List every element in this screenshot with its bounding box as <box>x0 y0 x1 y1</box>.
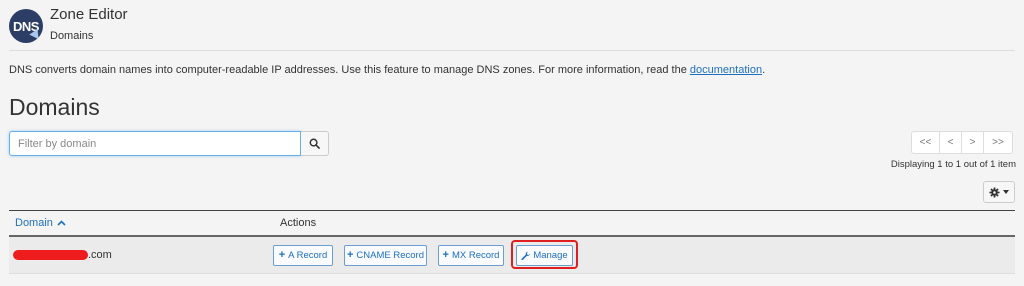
gear-icon <box>989 186 1000 198</box>
prev-page-button[interactable]: < <box>939 131 962 154</box>
page-title: Domains <box>9 94 100 120</box>
settings-button[interactable] <box>983 181 1015 203</box>
column-header-actions: Actions <box>280 217 317 229</box>
dns-logo: DNS <box>9 9 43 43</box>
add-mx-record-button[interactable]: + MX Record <box>438 245 504 266</box>
add-cname-record-label: CNAME Record <box>356 250 424 261</box>
description-end: . <box>762 64 766 76</box>
sort-ascending-icon <box>57 220 66 226</box>
search-button[interactable] <box>301 131 329 156</box>
pagination: << < > >> <box>911 131 1013 154</box>
search-input[interactable] <box>9 131 301 156</box>
manage-highlight-box <box>511 240 578 269</box>
breadcrumb: Domains <box>50 30 94 42</box>
table-top-border <box>9 210 1015 211</box>
domain-name: .com <box>88 249 112 261</box>
description: DNS converts domain names into computer-… <box>9 64 765 76</box>
search-bar <box>9 131 329 156</box>
description-text: DNS converts domain names into computer-… <box>9 64 690 76</box>
redacted-domain-mark <box>13 250 88 260</box>
add-cname-record-button[interactable]: + CNAME Record <box>344 245 427 266</box>
app-title: Zone Editor <box>50 6 128 23</box>
header-divider <box>9 50 1015 51</box>
plus-icon: + <box>278 249 286 261</box>
add-a-record-label: A Record <box>288 250 328 261</box>
add-a-record-button[interactable]: + A Record <box>273 245 333 266</box>
add-mx-record-label: MX Record <box>451 250 500 261</box>
first-page-button[interactable]: << <box>911 131 940 154</box>
column-header-domain[interactable]: Domain <box>15 217 66 229</box>
plus-icon: + <box>442 249 449 261</box>
table-bottom-border <box>9 273 1015 274</box>
plus-icon: + <box>346 249 354 261</box>
last-page-button[interactable]: >> <box>983 131 1013 154</box>
pagination-info: Displaying 1 to 1 out of 1 item <box>890 159 1016 170</box>
next-page-button[interactable]: > <box>961 131 984 154</box>
column-header-domain-label: Domain <box>15 217 53 229</box>
documentation-link[interactable]: documentation <box>690 64 762 76</box>
chevron-down-icon <box>1003 190 1009 194</box>
search-icon <box>309 138 320 149</box>
